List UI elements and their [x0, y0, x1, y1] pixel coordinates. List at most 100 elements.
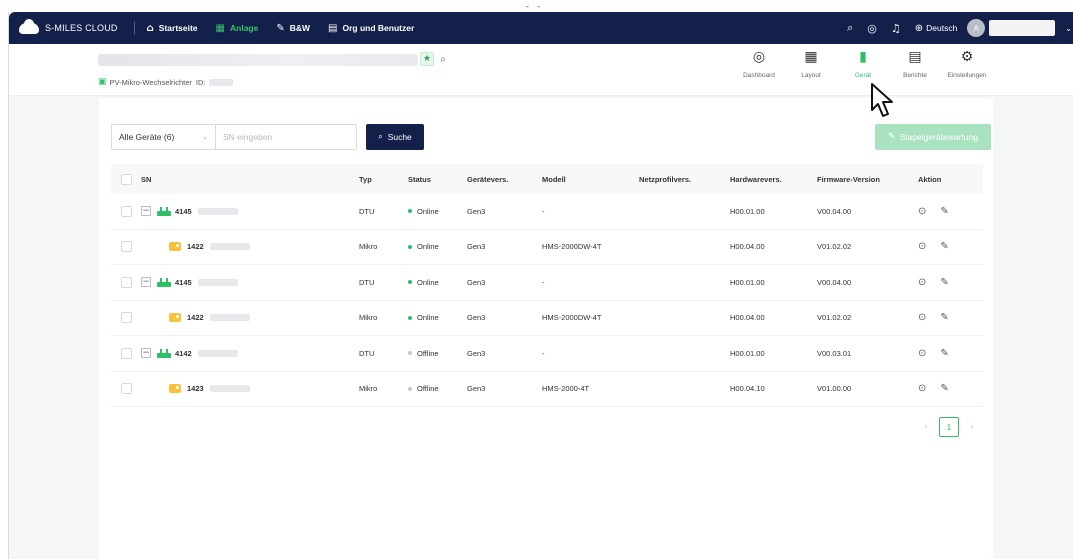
top-dots: - - [526, 2, 544, 11]
chevron-down-icon[interactable]: ⌄ [1065, 24, 1072, 33]
search-icon: ⌕ [378, 132, 383, 141]
nav-item-startseite[interactable]: ⌂ Startseite [147, 23, 198, 34]
table-row[interactable]: 1422 Mikro Online Gen3 HMS-2000DW-4T H00.04.0… [111, 301, 983, 336]
table-row[interactable]: −4142 DTU Offline Gen3- H00.01.00 V00.03.01 ⊙ ✎ [111, 336, 983, 372]
tab-einstellungen[interactable]: ⚙ Einstellungen [942, 48, 992, 79]
microinverter-icon [169, 242, 181, 252]
language-selector[interactable]: ⊕ Deutsch [915, 23, 958, 34]
device-version-cell: Gen3 [467, 384, 486, 394]
row-checkbox[interactable] [120, 312, 132, 324]
page-number-current[interactable]: 1 [939, 417, 959, 437]
status-dot-icon [408, 351, 412, 356]
table-row[interactable]: −4145 DTU Online Gen3- H00.01.00 V00.04.00 ⊙ ✎ [111, 194, 983, 230]
wrench-icon: ✎ [276, 22, 285, 34]
plant-subtitle: ▣ PV-Mikro-Wechselrichter ID: [98, 77, 233, 87]
main-nav: ⌂ Startseite ▦ Anlage ✎ B&W ▤ Org und Benutzer [147, 23, 433, 34]
device-icon: ▮ [859, 49, 867, 65]
nav-item-b-w[interactable]: ✎ B&W [276, 23, 310, 34]
brand-name: S-MILES CLOUD [45, 23, 118, 33]
status-text: Online [417, 206, 439, 216]
hardware-version-cell: H00.01.00 [730, 206, 765, 216]
serial-number[interactable]: 1422 [187, 242, 204, 251]
collapse-toggle-icon[interactable]: − [141, 206, 151, 217]
col-typ: Typ [359, 174, 372, 184]
batch-button-label: Stapelgerätewartung [899, 132, 978, 142]
star-icon[interactable]: ★ [420, 52, 434, 66]
search-button[interactable]: ⌕ Suche [366, 124, 424, 150]
serial-number[interactable]: 4145 [175, 278, 192, 287]
model-cell: HMS-2000-4T [542, 384, 590, 394]
batch-maintenance-button[interactable]: ✎ Stapelgerätewartung [875, 124, 991, 150]
avatar[interactable]: A [967, 19, 986, 37]
serial-number[interactable]: 1422 [187, 313, 204, 322]
sn-search-input[interactable] [215, 124, 357, 150]
prev-page-icon[interactable]: ‹ [917, 422, 935, 432]
table-row[interactable]: 1423 Mikro Offline Gen3 HMS-2000-4T H00.04.10… [111, 372, 983, 407]
row-checkbox[interactable] [120, 205, 132, 217]
table-row[interactable]: −4145 DTU Online Gen3- H00.01.00 V00.04.00 ⊙ ✎ [111, 265, 983, 301]
wrench-icon[interactable]: ✎ [940, 277, 948, 288]
serial-number[interactable]: 4145 [175, 207, 192, 216]
help-icon[interactable]: ◎ [867, 22, 877, 35]
collapse-toggle-icon[interactable]: − [141, 348, 151, 359]
bell-icon[interactable]: ♫ [891, 22, 901, 35]
plant-search-icon[interactable]: ⌕ [436, 52, 450, 66]
type-cell: DTU [359, 277, 375, 287]
nav-item-org-und-benutzer[interactable]: ▤ Org und Benutzer [328, 23, 414, 34]
plant-type: PV-Mikro-Wechselrichter [109, 77, 192, 87]
tab-label: Dashboard [743, 72, 775, 79]
device-version-cell: Gen3 [467, 277, 486, 287]
search-icon[interactable]: ⌕ [847, 21, 853, 35]
row-checkbox[interactable] [120, 276, 132, 288]
serial-redacted [197, 207, 238, 215]
dtu-icon [157, 206, 171, 216]
eye-icon[interactable]: ⊙ [918, 348, 926, 359]
status-cell: Offline [408, 349, 467, 358]
firmware-version-cell: V00.04.00 [817, 206, 852, 216]
select-all-checkbox[interactable] [120, 173, 132, 185]
wrench-icon[interactable]: ✎ [940, 312, 948, 323]
eye-icon[interactable]: ⊙ [918, 206, 926, 217]
row-checkbox[interactable] [120, 347, 132, 359]
serial-number[interactable]: 4142 [175, 349, 192, 358]
sn-cell: − 4142 [141, 348, 359, 359]
status-cell: Offline [408, 384, 467, 393]
eye-icon[interactable]: ⊙ [918, 383, 926, 394]
microinverter-icon [169, 313, 181, 323]
tab-berichte[interactable]: ▤ Berichte [890, 48, 940, 79]
plant-header: ★ ⌕ ▣ PV-Mikro-Wechselrichter ID: ◎ Dashb… [9, 44, 1073, 96]
col-firmware-version: Firmware-Version [817, 174, 880, 184]
wrench-icon[interactable]: ✎ [940, 241, 948, 252]
document-icon: ▤ [328, 22, 338, 34]
eye-icon[interactable]: ⊙ [918, 312, 926, 323]
col-sn[interactable]: SN [141, 175, 359, 184]
device-version-cell: Gen3 [467, 348, 486, 358]
nav-item-label: Anlage [230, 23, 259, 33]
wrench-icon[interactable]: ✎ [940, 206, 948, 217]
tab-ger-t[interactable]: ▮ Gerät [838, 48, 888, 79]
serial-number[interactable]: 1423 [187, 384, 204, 393]
eye-icon[interactable]: ⊙ [918, 277, 926, 288]
row-checkbox[interactable] [120, 383, 132, 395]
wrench-icon[interactable]: ✎ [940, 383, 948, 394]
status-dot-icon [408, 209, 412, 214]
eye-icon[interactable]: ⊙ [918, 241, 926, 252]
nav-item-anlage[interactable]: ▦ Anlage [216, 23, 259, 34]
brand-logo[interactable]: S-MILES CLOUD [19, 18, 118, 34]
user-name-redacted[interactable] [989, 20, 1056, 36]
collapse-toggle-icon[interactable]: − [141, 277, 151, 288]
row-checkbox[interactable] [120, 241, 132, 253]
hardware-version-cell: H00.01.00 [730, 348, 765, 358]
dashboard-icon: ◎ [752, 49, 766, 65]
tab-layout[interactable]: ▦ Layout [786, 48, 836, 79]
plant-id-label: ID: [195, 77, 206, 87]
action-cell: ⊙ ✎ [918, 241, 983, 252]
next-page-icon[interactable]: › [963, 422, 981, 432]
serial-redacted [197, 278, 238, 286]
status-dot-icon [408, 280, 412, 285]
wrench-icon[interactable]: ✎ [940, 348, 948, 359]
table-row[interactable]: 1422 Mikro Online Gen3 HMS-2000DW-4T H00.04.0… [111, 230, 983, 265]
tab-dashboard[interactable]: ◎ Dashboard [734, 48, 784, 79]
device-type-select[interactable]: Alle Geräte (6) ⌄ [111, 124, 215, 150]
plant-name-redacted [98, 54, 418, 66]
